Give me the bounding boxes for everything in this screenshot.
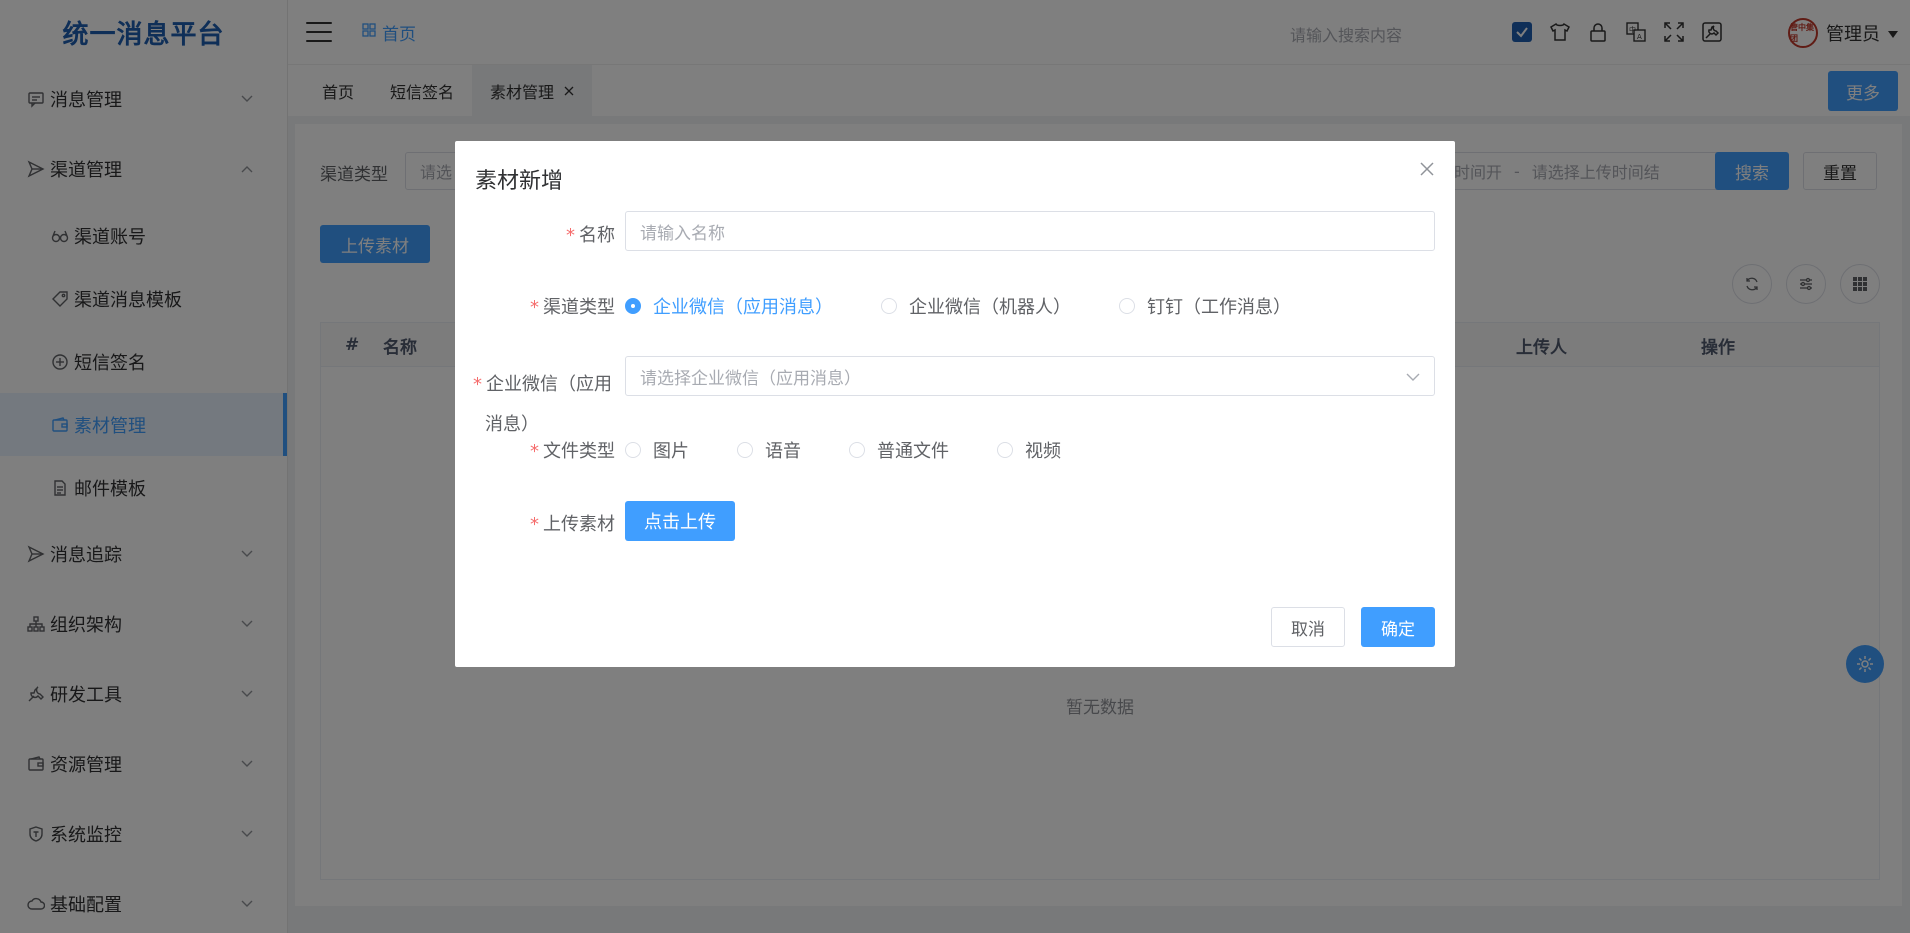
chevron-down-icon [1406, 366, 1420, 386]
radio-image[interactable]: 图片 [625, 437, 689, 463]
close-icon[interactable] [1417, 159, 1437, 179]
radio-wecom-app[interactable]: 企业微信（应用消息） [625, 293, 833, 319]
cancel-button[interactable]: 取消 [1271, 607, 1345, 647]
confirm-button[interactable]: 确定 [1361, 607, 1435, 647]
wecom-app-select[interactable]: 请选择企业微信（应用消息） [625, 356, 1435, 396]
upload-material-label: * 上传素材 [530, 514, 615, 535]
material-add-dialog: 素材新增 * 名称 请输入名称 * 渠道类型 企业微信（应用消息） 企业微信（机器人… [455, 141, 1455, 667]
radio-wecom-robot[interactable]: 企业微信（机器人） [881, 293, 1071, 319]
click-upload-button[interactable]: 点击上传 [625, 501, 735, 541]
channel-type-label: * 渠道类型 [530, 297, 615, 318]
file-type-label: * 文件类型 [530, 441, 615, 462]
radio-file[interactable]: 普通文件 [849, 437, 949, 463]
radio-video[interactable]: 视频 [997, 437, 1061, 463]
wecom-app-label: * 企业微信（应用 消息） [473, 374, 612, 435]
channel-type-radio-group: 企业微信（应用消息） 企业微信（机器人） 钉钉（工作消息） [625, 293, 1339, 319]
radio-dingtalk-work[interactable]: 钉钉（工作消息） [1119, 293, 1291, 319]
dialog-title: 素材新增 [475, 169, 564, 194]
file-type-radio-group: 图片 语音 普通文件 视频 [625, 437, 1109, 463]
name-input[interactable]: 请输入名称 [625, 211, 1435, 251]
wecom-app-select-placeholder: 请选择企业微信（应用消息） [640, 368, 861, 389]
radio-voice[interactable]: 语音 [737, 437, 801, 463]
name-label: * 名称 [566, 225, 615, 246]
